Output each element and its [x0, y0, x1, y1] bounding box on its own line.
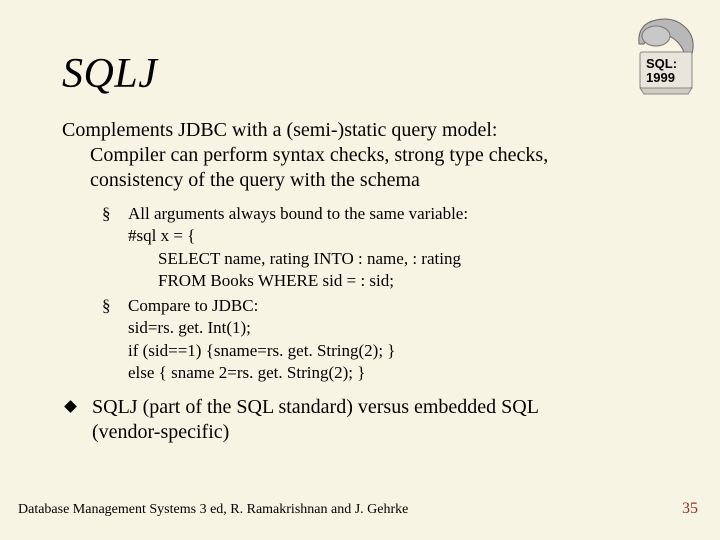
sub-item2-head: Compare to JDBC:: [128, 296, 258, 315]
page-number: 35: [682, 500, 698, 518]
logo-text-year: 1999: [646, 70, 675, 85]
slide-body: Complements JDBC with a (semi-)static qu…: [62, 118, 642, 445]
sub-item2-l2: if (sid==1) {sname=rs. get. String(2); }: [128, 340, 642, 362]
sub-item1-l1: #sql x = {: [128, 225, 642, 247]
sub-item2-l1: sid=rs. get. Int(1);: [128, 317, 642, 339]
paragraph-intro: Complements JDBC with a (semi-)static qu…: [62, 118, 642, 193]
footer-citation: Database Management Systems 3 ed, R. Ram…: [18, 502, 408, 518]
sub-item1-head: All arguments always bound to the same v…: [128, 204, 468, 223]
sub-item1-l3: FROM Books WHERE sid = : sid;: [128, 270, 642, 292]
diamond-bullet-sqlj-vs-embedded: SQLJ (part of the SQL standard) versus e…: [62, 395, 642, 445]
sub-item-arguments: All arguments always bound to the same v…: [128, 203, 642, 293]
diamond-l1: SQLJ (part of the SQL standard) versus e…: [92, 396, 539, 418]
sub-item1-l2: SELECT name, rating INTO : name, : ratin…: [128, 248, 642, 270]
slide-title: SQLJ: [62, 50, 157, 98]
para1-line2: Compiler can perform syntax checks, stro…: [62, 143, 642, 168]
para1-line1: Complements JDBC with a (semi-)static qu…: [62, 119, 498, 141]
sub-item-jdbc: Compare to JDBC: sid=rs. get. Int(1); if…: [128, 295, 642, 385]
sub-bullet-list: All arguments always bound to the same v…: [62, 203, 642, 385]
sub-item2-l3: else { sname 2=rs. get. String(2); }: [128, 362, 642, 384]
slide: SQL: 1999 SQLJ Complements JDBC with a (…: [0, 0, 720, 540]
logo-text-sql: SQL:: [646, 56, 677, 71]
sql-1999-logo: SQL: 1999: [634, 14, 698, 96]
diamond-l2: (vendor-specific): [92, 421, 229, 443]
para1-line3: consistency of the query with the schema: [62, 168, 642, 193]
